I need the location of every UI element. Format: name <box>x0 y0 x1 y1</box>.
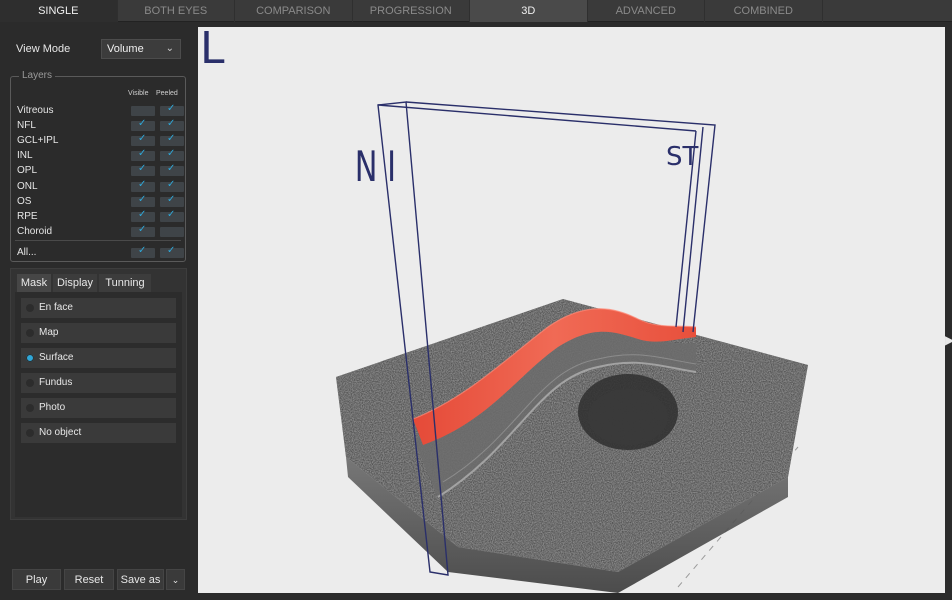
radio-button[interactable] <box>26 329 34 337</box>
layer-name: INL <box>17 150 33 162</box>
radio-button[interactable] <box>26 304 34 312</box>
mask-option-label: No object <box>39 427 82 438</box>
axis-left-label: N I <box>355 142 396 191</box>
layer-row: OS <box>17 194 185 209</box>
layer-row: ONL <box>17 179 185 194</box>
peeled-column-header: Peeled <box>156 90 178 97</box>
tab-combined[interactable]: COMBINED <box>705 0 823 22</box>
tab-display[interactable]: Display <box>53 274 97 292</box>
layer-row-all: All... <box>17 245 185 260</box>
layer-name: OS <box>17 195 32 207</box>
save-as-dropdown-button[interactable]: ⌄ <box>166 569 185 590</box>
layer-name: NFL <box>17 120 36 132</box>
mask-panel: Mask Display Tunning En face Map Surface Fu… <box>10 268 187 520</box>
view-mode-select[interactable]: Volume ⌄ <box>101 39 181 59</box>
tab-comparison[interactable]: COMPARISON <box>235 0 353 22</box>
mask-option-label: Fundus <box>39 377 73 388</box>
layer-name: Vitreous <box>17 105 54 116</box>
layer-row: NFL <box>17 118 185 133</box>
layer-peeled-checkbox[interactable] <box>160 209 184 222</box>
layer-visible-checkbox[interactable] <box>131 224 155 237</box>
layer-peeled-checkbox[interactable] <box>160 148 184 162</box>
visible-column-header: Visible <box>128 90 149 97</box>
layer-name: RPE <box>17 210 38 222</box>
radio-button[interactable] <box>26 354 34 362</box>
layer-visible-checkbox[interactable] <box>131 118 155 132</box>
mask-option-label: Photo <box>39 402 66 413</box>
layer-row: INL <box>17 148 185 163</box>
mask-option[interactable]: En face <box>21 298 176 318</box>
view-mode-value: Volume <box>107 43 144 55</box>
top-tab-bar: SINGLE BOTH EYES COMPARISON PROGRESSION … <box>0 0 952 22</box>
layer-row: Vitreous <box>17 103 185 118</box>
chevron-down-icon: ⌄ <box>171 575 180 585</box>
radio-button[interactable] <box>26 429 34 437</box>
tab-tunning[interactable]: Tunning <box>99 274 151 292</box>
layer-visible-checkbox[interactable] <box>131 148 155 162</box>
layer-row: Choroid <box>17 224 185 239</box>
layer-peeled-checkbox[interactable] <box>160 163 184 177</box>
layer-row: GCL+IPL <box>17 133 185 148</box>
layer-peeled-checkbox[interactable] <box>160 118 184 132</box>
layer-visible-checkbox[interactable] <box>131 163 155 177</box>
layer-visible-checkbox[interactable] <box>131 133 155 147</box>
layer-peeled-checkbox[interactable] <box>160 179 184 192</box>
volume-block <box>336 299 808 593</box>
layer-peeled-checkbox[interactable] <box>160 133 184 147</box>
layer-visible-checkbox[interactable] <box>131 209 155 222</box>
tab-single[interactable]: SINGLE <box>0 0 118 22</box>
left-panel: View Mode Volume ⌄ Layers Visible Peeled… <box>0 22 196 600</box>
tab-3d[interactable]: 3D <box>470 0 588 22</box>
volume-render: N I ST <box>336 101 808 593</box>
save-as-button[interactable]: Save as <box>117 569 164 590</box>
mask-option[interactable]: No object <box>21 423 176 443</box>
mask-option[interactable]: Map <box>21 323 176 343</box>
layer-visible-checkbox[interactable] <box>131 106 155 116</box>
layer-row: RPE <box>17 209 185 224</box>
tab-mask[interactable]: Mask <box>17 274 51 292</box>
layers-title: Layers <box>19 70 56 81</box>
view-mode-label: View Mode <box>16 43 71 55</box>
reset-button[interactable]: Reset <box>64 569 114 590</box>
radio-button[interactable] <box>26 404 34 412</box>
mask-option-label: Surface <box>39 352 74 363</box>
3d-viewport[interactable]: L N I ST <box>198 27 945 593</box>
layer-peeled-checkbox[interactable] <box>160 103 184 116</box>
layer-visible-checkbox[interactable] <box>131 194 155 207</box>
mask-option[interactable]: Photo <box>21 398 176 418</box>
all-visible-checkbox[interactable] <box>131 245 155 258</box>
mask-option[interactable]: Surface <box>21 348 176 368</box>
tab-advanced[interactable]: ADVANCED <box>588 0 705 22</box>
mask-option-label: En face <box>39 302 73 313</box>
layer-name: ONL <box>17 180 38 192</box>
tab-both-eyes[interactable]: BOTH EYES <box>118 0 235 22</box>
mask-option[interactable]: Fundus <box>21 373 176 393</box>
layer-visible-checkbox[interactable] <box>131 179 155 192</box>
tab-progression[interactable]: PROGRESSION <box>353 0 470 22</box>
all-layers-label: All... <box>17 247 37 258</box>
layer-name: Choroid <box>17 225 53 237</box>
play-button[interactable]: Play <box>12 569 61 590</box>
layer-peeled-checkbox[interactable] <box>160 226 184 237</box>
chevron-down-icon: ⌄ <box>165 43 174 54</box>
layers-group: Layers Visible Peeled Vitreous NFL GCL+IPL… <box>10 70 186 262</box>
divider <box>15 240 181 241</box>
all-peeled-checkbox[interactable] <box>160 245 184 258</box>
mouse-cursor-icon: ▶ <box>945 333 952 347</box>
layer-name: GCL+IPL <box>17 135 59 147</box>
layer-peeled-checkbox[interactable] <box>160 194 184 207</box>
axis-right-label: ST <box>666 142 699 172</box>
layer-row: OPL <box>17 163 185 178</box>
mask-options-area: En face Map Surface Fundus Photo No object <box>15 292 182 517</box>
mask-option-label: Map <box>39 327 59 338</box>
radio-button[interactable] <box>26 379 34 387</box>
layer-name: OPL <box>17 165 38 177</box>
